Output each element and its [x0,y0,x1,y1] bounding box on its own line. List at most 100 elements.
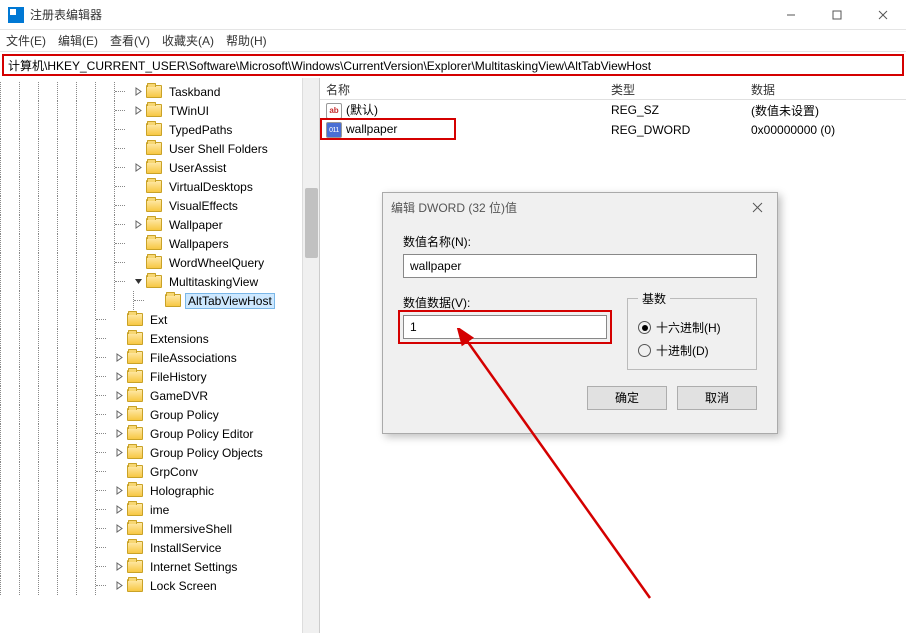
chevron-right-icon[interactable] [114,504,125,515]
radio-icon [638,344,651,357]
value-data-label: 数值数据(V): [403,294,607,311]
scrollbar-thumb[interactable] [305,188,318,258]
chevron-right-icon[interactable] [114,371,125,382]
tree-item[interactable]: AltTabViewHost [0,291,319,310]
col-header-data[interactable]: 数据 [745,78,906,99]
tree-item[interactable]: FileHistory [0,367,319,386]
tree-item[interactable]: GrpConv [0,462,319,481]
tree-item[interactable]: FileAssociations [0,348,319,367]
tree-label: Extensions [147,331,212,347]
tree-pane: TaskbandTWinUITypedPathsUser Shell Folde… [0,78,320,633]
chevron-right-icon[interactable] [114,428,125,439]
folder-icon [146,237,162,250]
chevron-right-icon[interactable] [114,523,125,534]
tree-item[interactable]: Extensions [0,329,319,348]
tree-label: ime [147,502,172,518]
window-controls [768,0,906,30]
tree-label: InstallService [147,540,224,556]
list-header: 名称 类型 数据 [320,78,906,100]
dialog-close-button[interactable] [745,195,769,219]
tree-item[interactable]: Internet Settings [0,557,319,576]
list-row[interactable]: wallpaperREG_DWORD0x00000000 (0) [320,120,906,140]
chevron-right-icon[interactable] [133,219,144,230]
folder-icon [146,275,162,288]
maximize-button[interactable] [814,0,860,30]
tree-label: GrpConv [147,464,201,480]
col-header-type[interactable]: 类型 [605,78,745,99]
folder-icon [127,408,143,421]
tree-item[interactable]: MultitaskingView [0,272,319,291]
tree-item[interactable]: Wallpapers [0,234,319,253]
folder-icon [146,85,162,98]
tree-item[interactable]: Wallpaper [0,215,319,234]
chevron-down-icon[interactable] [133,276,144,287]
tree-item[interactable]: Group Policy Objects [0,443,319,462]
tree-item[interactable]: WordWheelQuery [0,253,319,272]
chevron-right-icon[interactable] [114,447,125,458]
folder-icon [127,579,143,592]
ok-button[interactable]: 确定 [587,386,667,410]
menu-favorites[interactable]: 收藏夹(A) [162,32,214,49]
tree-item[interactable]: VirtualDesktops [0,177,319,196]
tree-item[interactable]: Group Policy [0,405,319,424]
radix-dec-option[interactable]: 十进制(D) [638,342,746,359]
list-rows: (默认)REG_SZ(数值未设置)wallpaperREG_DWORD0x000… [320,100,906,140]
registry-tree[interactable]: TaskbandTWinUITypedPathsUser Shell Folde… [0,78,319,595]
folder-icon [165,294,181,307]
tree-item[interactable]: TypedPaths [0,120,319,139]
list-row[interactable]: (默认)REG_SZ(数值未设置) [320,100,906,120]
radix-legend: 基数 [638,290,670,307]
close-button[interactable] [860,0,906,30]
folder-icon [127,389,143,402]
dialog-titlebar[interactable]: 编辑 DWORD (32 位)值 [383,193,777,221]
folder-icon [146,161,162,174]
menu-help[interactable]: 帮助(H) [226,32,267,49]
radix-fieldset: 基数 十六进制(H) 十进制(D) [627,290,757,370]
menu-edit[interactable]: 编辑(E) [58,32,98,49]
chevron-right-icon[interactable] [114,409,125,420]
value-data-field[interactable] [403,315,607,339]
value-name: (默认) [346,103,378,117]
tree-label: VisualEffects [166,198,241,214]
tree-item[interactable]: GameDVR [0,386,319,405]
chevron-right-icon[interactable] [133,86,144,97]
titlebar: 注册表编辑器 [0,0,906,30]
tree-item[interactable]: Holographic [0,481,319,500]
folder-icon [127,522,143,535]
minimize-button[interactable] [768,0,814,30]
chevron-right-icon[interactable] [133,162,144,173]
dialog-title: 编辑 DWORD (32 位)值 [391,199,745,216]
tree-item[interactable]: ImmersiveShell [0,519,319,538]
tree-item[interactable]: Group Policy Editor [0,424,319,443]
menu-view[interactable]: 查看(V) [110,32,150,49]
menu-file[interactable]: 文件(E) [6,32,46,49]
chevron-right-icon[interactable] [114,390,125,401]
tree-label: MultitaskingView [166,274,261,290]
tree-item[interactable]: UserAssist [0,158,319,177]
tree-item[interactable]: VisualEffects [0,196,319,215]
tree-item[interactable]: Lock Screen [0,576,319,595]
tree-item[interactable]: User Shell Folders [0,139,319,158]
tree-label: Internet Settings [147,559,240,575]
value-icon [326,122,342,138]
folder-icon [127,313,143,326]
chevron-right-icon[interactable] [114,352,125,363]
folder-icon [127,560,143,573]
chevron-right-icon[interactable] [133,105,144,116]
radix-hex-option[interactable]: 十六进制(H) [638,319,746,336]
cancel-button[interactable]: 取消 [677,386,757,410]
tree-label: Group Policy Editor [147,426,256,442]
tree-scrollbar[interactable] [302,78,319,633]
tree-item[interactable]: ime [0,500,319,519]
tree-item[interactable]: InstallService [0,538,319,557]
tree-item[interactable]: Ext [0,310,319,329]
chevron-right-icon[interactable] [114,485,125,496]
tree-item[interactable]: TWinUI [0,101,319,120]
value-name-field[interactable] [403,254,757,278]
folder-icon [127,503,143,516]
chevron-right-icon[interactable] [114,561,125,572]
tree-item[interactable]: Taskband [0,82,319,101]
chevron-right-icon[interactable] [114,580,125,591]
col-header-name[interactable]: 名称 [320,78,605,99]
address-bar[interactable]: 计算机\HKEY_CURRENT_USER\Software\Microsoft… [2,54,904,76]
